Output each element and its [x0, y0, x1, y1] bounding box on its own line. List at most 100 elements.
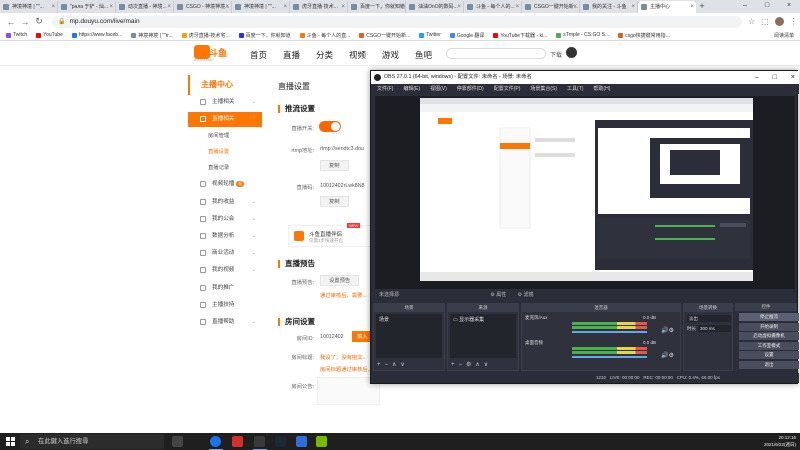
sources-toolbar[interactable]: +−⚙∧∨	[451, 361, 492, 368]
netease-music-icon[interactable]	[232, 436, 243, 447]
tab-close-icon[interactable]: ×	[51, 1, 55, 13]
bookmark-item[interactable]: YouTube下载器 - ki...	[493, 32, 547, 39]
maximize-button[interactable]: □	[756, 0, 778, 13]
obs-control-button[interactable]: 开始录制	[739, 322, 799, 331]
sidebar-item[interactable]: 主播扶持	[188, 298, 262, 313]
bookmark-item[interactable]: Twitter	[419, 32, 441, 39]
nvidia-icon[interactable]	[316, 436, 327, 447]
sidebar-item[interactable]: 商业活动 ⌄	[188, 246, 262, 261]
star-icon[interactable]: ☆	[748, 17, 755, 26]
browser-tab[interactable]: CSGO - 神境神境... ×	[174, 1, 232, 13]
tab-close-icon[interactable]: ×	[167, 1, 171, 13]
browser-tab[interactable]: 我的关注 - 斗鱼 ×	[580, 1, 638, 13]
filters-button[interactable]: ⚙ 滤镜	[518, 292, 534, 298]
tab-close-icon[interactable]: ×	[109, 1, 113, 13]
bookmark-item[interactable]: Google 翻译	[449, 32, 484, 39]
obs-icon[interactable]	[254, 436, 265, 447]
properties-button[interactable]: ⚙ 属性	[490, 292, 506, 298]
desktop-volume-slider[interactable]	[572, 356, 647, 358]
tab-close-icon[interactable]: ×	[341, 1, 345, 13]
back-button[interactable]: ←	[4, 17, 18, 27]
desktop-mute-icon[interactable]: 🔊⚙	[661, 352, 674, 359]
sidebar-item[interactable]: 数据分析 ⌄	[188, 229, 262, 244]
chrome-icon[interactable]	[210, 436, 221, 447]
tab-close-icon[interactable]: ×	[573, 1, 577, 13]
menu-icon[interactable]: ⋮	[790, 17, 798, 26]
source-item[interactable]: ▭ 显示器采集	[453, 316, 513, 323]
download-link[interactable]: 下载	[550, 50, 562, 59]
start-button[interactable]	[6, 437, 15, 446]
bookmark-item[interactable]: 百度一下，你就知道	[238, 32, 291, 39]
bookmark-item[interactable]: CSGO一键开始新...	[359, 32, 410, 39]
tab-close-icon[interactable]: ×	[283, 1, 287, 13]
browser-tab[interactable]: 神境神境 | ""... ×	[0, 1, 58, 13]
browser-tab[interactable]: 油油OnO的数码... ×	[406, 1, 464, 13]
app-blue-icon[interactable]	[296, 436, 307, 447]
browser-tab[interactable]: 神境神境 | ""... ×	[232, 1, 290, 13]
copy-code-button[interactable]: 复制	[320, 196, 349, 207]
obs-menu-item[interactable]: 场景集合(S)	[530, 84, 557, 94]
nav-home[interactable]: 首页	[250, 49, 267, 61]
sidebar-item[interactable]: 直播帮助 ⌄	[188, 315, 262, 330]
obs-control-button[interactable]: 启动虚拟摄像机	[739, 332, 799, 340]
obs-menu-item[interactable]: 工具(T)	[567, 84, 583, 94]
extensions-icon[interactable]: ⬚	[761, 17, 769, 26]
transition-select[interactable]: 淡出	[687, 315, 731, 322]
tab-close-icon[interactable]: ×	[690, 1, 694, 13]
url-input[interactable]: 🔒 mp.douyu.com/live/main	[52, 15, 742, 28]
browser-tab[interactable]: CSGO一键开始新... ×	[522, 1, 580, 13]
obs-control-button[interactable]: 设置	[739, 351, 799, 359]
obs-preview[interactable]	[375, 96, 795, 289]
obs-menu-item[interactable]: 停靠部件(D)	[457, 84, 484, 94]
bookmark-item[interactable]: 神境神境 | ""tr...	[131, 32, 173, 39]
nav-yuba[interactable]: 鱼吧	[415, 49, 432, 61]
minimize-button[interactable]: –	[734, 0, 756, 13]
nav-video[interactable]: 视频	[349, 49, 366, 61]
obs-minimize-button[interactable]: –	[755, 71, 759, 84]
mic-mute-icon[interactable]: 🔊⚙	[661, 327, 674, 334]
obs-menu-item[interactable]: 编辑(E)	[403, 84, 420, 94]
obs-control-button[interactable]: 工作室模式	[739, 341, 799, 350]
bookmark-item[interactable]: https://www.faceb...	[71, 32, 122, 39]
bookmark-item[interactable]: 虎牙直播-技术宅...	[181, 32, 230, 39]
obs-control-button[interactable]: 退出	[739, 360, 799, 369]
bookmark-item[interactable]: csgo快捷键常用指...	[618, 32, 670, 39]
tab-close-icon[interactable]: ×	[515, 1, 519, 13]
scene-item[interactable]: 场景	[379, 316, 439, 323]
tab-close-icon[interactable]: ×	[631, 1, 635, 13]
bookmark-item[interactable]: Twitch	[6, 32, 27, 39]
avatar[interactable]	[566, 47, 577, 58]
nav-game[interactable]: 游戏	[382, 49, 399, 61]
task-view-icon[interactable]	[172, 436, 183, 447]
live-toggle[interactable]	[319, 121, 341, 132]
forward-button[interactable]: →	[18, 17, 32, 27]
system-tray[interactable]: 20:12:16 2021/6/22(週日)	[764, 433, 796, 450]
sidebar-item[interactable]: 我的公会 ⌄	[188, 212, 262, 227]
new-tab-button[interactable]: +	[696, 1, 708, 13]
sidebar-item[interactable]: 我的视频 ⌄	[188, 263, 262, 278]
duration-input[interactable]: 300 ms	[698, 325, 731, 332]
sidebar-item[interactable]: 我的收益 ⌄	[188, 195, 262, 210]
browser-tab[interactable]: 动次直播 - 神境... ×	[116, 1, 174, 13]
nav-category[interactable]: 分类	[316, 49, 333, 61]
obs-menu-item[interactable]: 帮助(H)	[593, 84, 610, 94]
obs-menu-item[interactable]: 配置文件(P)	[494, 84, 521, 94]
bookmark-item[interactable]: 斗鱼 - 每个人的直...	[299, 32, 350, 39]
browser-tab[interactable]: 百度一下，你就知道 ×	[348, 1, 406, 13]
room-title-value[interactable]: 我设了，没有抱文...	[320, 353, 367, 361]
mic-volume-slider[interactable]	[572, 331, 647, 333]
obs-menu-item[interactable]: 视图(V)	[430, 84, 447, 94]
browser-tab[interactable]: 斗鱼 - 每个人的... ×	[464, 1, 522, 13]
scenes-toolbar[interactable]: +−∧∨	[377, 361, 409, 368]
browser-tab[interactable]: "рала 于铲 - 灿... ×	[58, 1, 116, 13]
obs-maximize-button[interactable]: □	[773, 71, 777, 84]
reload-button[interactable]: ↻	[32, 16, 46, 27]
search-input[interactable]	[446, 48, 546, 59]
sidebar-item[interactable]: 视频轮播新	[188, 177, 262, 192]
steam-icon[interactable]	[275, 436, 286, 447]
profile-avatar[interactable]	[774, 17, 784, 26]
obs-menu-item[interactable]: 文件(F)	[377, 84, 393, 94]
set-preview-button[interactable]: 设置预告	[320, 275, 360, 286]
bookmark-item[interactable]: YouTube	[36, 32, 63, 39]
reading-list[interactable]: 阅读清单	[774, 32, 794, 39]
